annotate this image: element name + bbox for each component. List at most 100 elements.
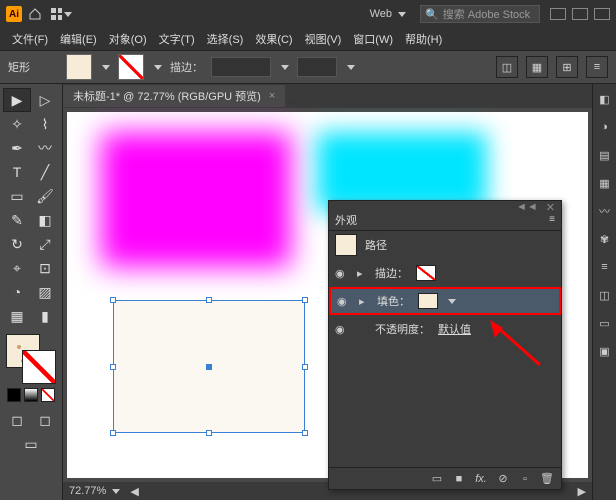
delete-icon[interactable]: 🗑 [539,471,555,487]
mesh-tool[interactable]: ▦ [3,304,31,328]
opacity-value[interactable]: 默认值 [438,321,471,337]
brush-dropdown[interactable] [347,65,355,70]
eraser-tool[interactable]: ◧ [31,208,59,232]
resize-handle[interactable] [302,364,308,370]
free-transform-tool[interactable]: ⊡ [31,256,59,280]
selected-rectangle[interactable] [113,300,305,433]
fill-swatch[interactable] [66,54,92,80]
none-mode-icon[interactable] [41,388,55,402]
opacity-icon[interactable]: ◫ [496,56,518,78]
panel-menu-icon[interactable]: ≡ [549,214,555,225]
properties-panel-icon[interactable]: ◧ [596,90,614,108]
shaper-tool[interactable]: ✎ [3,208,31,232]
menu-view[interactable]: 视图(V) [299,29,348,49]
fill-dropdown-icon[interactable] [448,299,456,304]
close-tab-icon[interactable]: × [269,90,275,102]
resize-handle[interactable] [206,297,212,303]
appearance-panel[interactable]: ◄◄ ✕ 外观 ≡ 路径 ◉ ▸ 描边： ◉ ▸ 填色： ◉ 不透明度： 默认值… [328,200,562,490]
duplicate-icon[interactable]: ▫ [517,471,533,487]
fill-row-highlighted[interactable]: ◉ ▸ 填色： [329,287,561,315]
fill-row-swatch[interactable] [418,293,438,309]
transform-icon[interactable]: ⊞ [556,56,578,78]
menu-type[interactable]: 文字(T) [153,29,201,49]
visibility-toggle[interactable]: ◉ [337,295,351,308]
fill-dropdown[interactable] [102,65,110,70]
expand-icon[interactable]: ▸ [357,267,367,280]
add-effect-icon[interactable]: fx. [473,471,489,487]
clear-icon[interactable]: ⊘ [495,471,511,487]
curvature-tool[interactable]: 〰 [31,136,59,160]
expand-icon[interactable]: ▸ [359,295,369,308]
perspective-tool[interactable]: ▨ [31,280,59,304]
stroke-panel-icon[interactable]: ≡ [596,258,614,276]
resize-handle[interactable] [110,364,116,370]
align-icon[interactable]: ▦ [526,56,548,78]
resize-handle[interactable] [206,430,212,436]
options-icon[interactable]: ≡ [586,56,608,78]
libraries-panel-icon[interactable]: ▤ [596,146,614,164]
rectangle-tool[interactable]: ▭ [3,184,31,208]
menu-object[interactable]: 对象(O) [103,29,153,49]
stroke-weight-dropdown[interactable] [281,65,289,70]
direct-selection-tool[interactable]: ▷ [31,88,59,112]
add-stroke-icon[interactable]: ▭ [429,471,445,487]
menu-file[interactable]: 文件(F) [6,29,54,49]
color-mode-icon[interactable] [7,388,21,402]
brushes-panel-icon[interactable]: 〰 [596,202,614,220]
minimize-button[interactable] [550,8,566,20]
workspace-switcher[interactable]: Web [364,6,412,22]
color-panel-icon[interactable]: ◑ [596,118,614,136]
zoom-dropdown[interactable] [112,489,120,494]
home-icon[interactable] [24,3,46,25]
magic-wand-tool[interactable]: ✧ [3,112,31,136]
center-handle[interactable] [206,364,212,370]
arrange-icon[interactable] [50,3,72,25]
visibility-toggle[interactable]: ◉ [335,267,349,280]
symbols-panel-icon[interactable]: ✾ [596,230,614,248]
width-tool[interactable]: ⌖ [3,256,31,280]
swatches-panel-icon[interactable]: ▦ [596,174,614,192]
panel-close-icon[interactable]: ✕ [546,201,555,209]
type-tool[interactable]: T [3,160,31,184]
panel-collapse-icon[interactable]: ◄◄ [516,201,538,209]
artboards-panel-icon[interactable]: ▭ [596,314,614,332]
visibility-toggle[interactable]: ◉ [335,323,349,336]
paintbrush-tool[interactable]: 🖌 [31,184,59,208]
brush-input[interactable] [297,57,337,77]
stroke-swatch[interactable] [118,54,144,80]
maximize-button[interactable] [572,8,588,20]
rotate-tool[interactable]: ↻ [3,232,31,256]
menu-select[interactable]: 选择(S) [201,29,250,49]
resize-handle[interactable] [110,430,116,436]
document-tab[interactable]: 未标题-1* @ 72.77% (RGB/GPU 预览) × [63,85,285,107]
pen-tool[interactable]: ✒ [3,136,31,160]
stroke-dropdown[interactable] [154,65,162,70]
layers-panel-icon[interactable]: ◫ [596,286,614,304]
search-input[interactable]: 🔍 搜索 Adobe Stock [420,5,540,23]
gradient-tool[interactable]: ▮ [31,304,59,328]
add-fill-icon[interactable]: ■ [451,471,467,487]
resize-handle[interactable] [110,297,116,303]
close-window-button[interactable] [594,8,610,20]
menu-help[interactable]: 帮助(H) [399,29,448,49]
stroke-proxy[interactable] [22,350,56,384]
resize-handle[interactable] [302,430,308,436]
menu-effect[interactable]: 效果(C) [249,29,298,49]
asset-export-panel-icon[interactable]: ▣ [596,342,614,360]
menu-window[interactable]: 窗口(W) [347,29,399,49]
draw-mode-behind[interactable]: ◻ [31,408,59,432]
menu-edit[interactable]: 编辑(E) [54,29,103,49]
selection-tool[interactable]: ▶ [3,88,31,112]
lasso-tool[interactable]: ⌇ [31,112,59,136]
shape-builder-tool[interactable]: ◔ [3,280,31,304]
fill-stroke-proxy[interactable] [6,334,56,384]
resize-handle[interactable] [302,297,308,303]
line-tool[interactable]: ╱ [31,160,59,184]
stroke-row-swatch[interactable] [416,265,436,281]
screen-mode-icon[interactable]: ▭ [17,432,45,456]
stroke-weight-input[interactable] [211,57,271,77]
zoom-level[interactable]: 72.77% [69,485,106,497]
scale-tool[interactable]: ⤢ [31,232,59,256]
gradient-mode-icon[interactable] [24,388,38,402]
draw-mode-normal[interactable]: ◻ [3,408,31,432]
